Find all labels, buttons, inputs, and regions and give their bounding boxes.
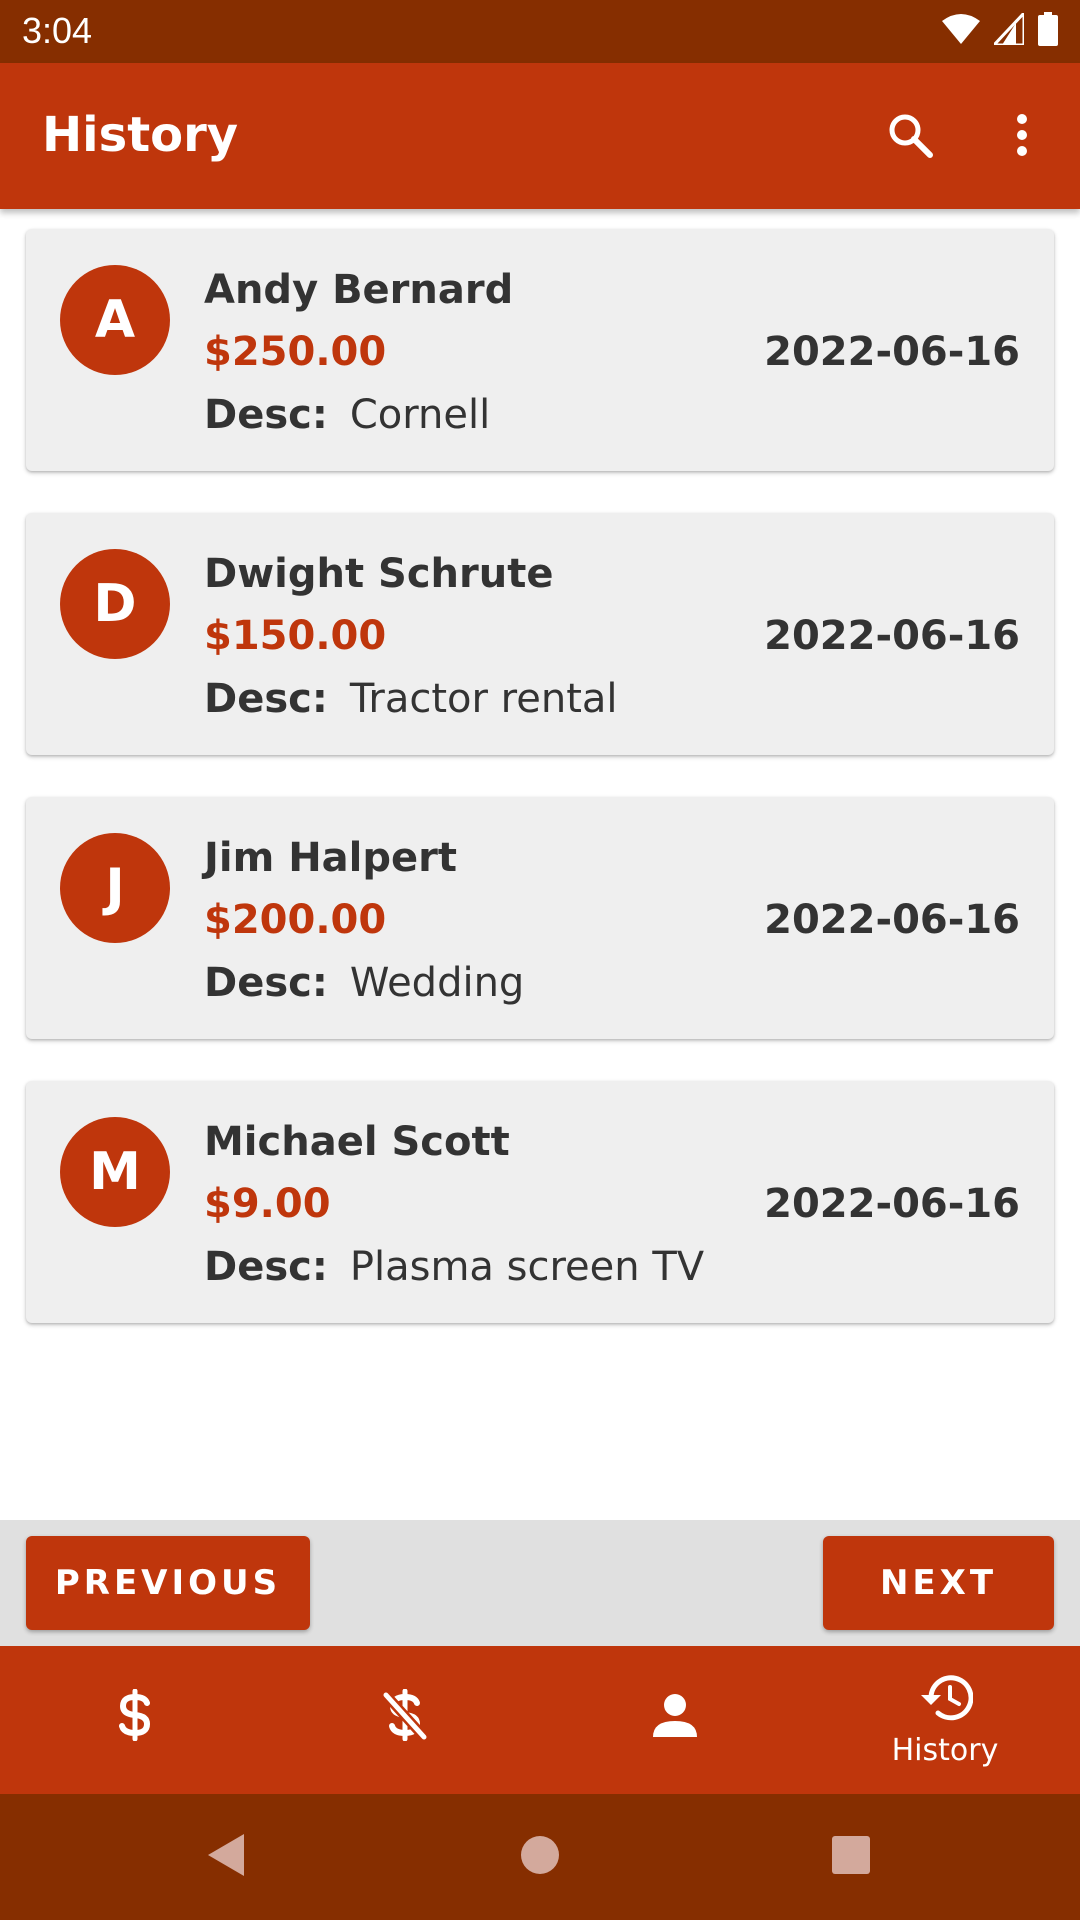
app-bar: History (0, 63, 1080, 209)
search-icon (886, 111, 934, 163)
transaction-date: 2022-06-16 (764, 1181, 1020, 1227)
transaction-card[interactable]: M Michael Scott $9.00 2022-06-16 Desc: Pl… (26, 1081, 1054, 1323)
bottom-navigation: History (0, 1646, 1080, 1794)
nav-label: History (891, 1732, 999, 1768)
wifi-icon (942, 14, 980, 48)
transaction-name: Jim Halpert (204, 835, 457, 881)
system-navigation-bar (0, 1794, 1080, 1920)
search-button[interactable] (878, 105, 942, 169)
transaction-date: 2022-06-16 (764, 897, 1020, 943)
status-icons (942, 9, 1058, 50)
overflow-menu-button[interactable] (990, 105, 1054, 169)
desc-value: Cornell (349, 392, 491, 438)
status-time: 3:04 (22, 10, 93, 51)
person-icon (651, 1691, 699, 1743)
nav-item-profile[interactable] (540, 1646, 810, 1794)
avatar: M (60, 1117, 170, 1227)
history-icon (917, 1673, 974, 1727)
battery-icon (1038, 12, 1058, 50)
nav-item-history[interactable]: History (810, 1646, 1080, 1794)
home-circle-icon (519, 1834, 561, 1880)
transaction-card[interactable]: A Andy Bernard $250.00 2022-06-16 Desc: C… (26, 229, 1054, 471)
avatar: A (60, 265, 170, 375)
desc-value: Plasma screen TV (349, 1244, 705, 1290)
transaction-name: Andy Bernard (204, 267, 514, 313)
transaction-card[interactable]: D Dwight Schrute $150.00 2022-06-16 Desc… (26, 513, 1054, 755)
avatar: J (60, 833, 170, 943)
transaction-desc-row: Desc: Tractor rental (204, 676, 618, 722)
avatar: D (60, 549, 170, 659)
status-bar: 3:04 (0, 0, 1080, 63)
desc-label: Desc: (204, 392, 328, 438)
transaction-desc-row: Desc: Plasma screen TV (204, 1244, 704, 1290)
transaction-name: Michael Scott (204, 1119, 510, 1165)
recents-button[interactable] (826, 1832, 876, 1882)
more-vert-icon (1015, 113, 1029, 161)
back-triangle-icon (204, 1832, 246, 1882)
dollar-icon (115, 1688, 155, 1745)
money-off-icon (382, 1688, 428, 1745)
nav-item-money-off[interactable] (270, 1646, 540, 1794)
desc-label: Desc: (204, 1244, 328, 1290)
back-button[interactable] (200, 1832, 250, 1882)
cell-signal-icon (990, 9, 1026, 49)
transaction-desc-row: Desc: Wedding (204, 960, 524, 1006)
recents-square-icon (830, 1834, 872, 1880)
transaction-amount: $250.00 (204, 329, 387, 375)
previous-button[interactable]: PREVIOUS (26, 1536, 310, 1630)
transaction-name: Dwight Schrute (204, 551, 554, 597)
page-title: History (42, 107, 239, 163)
nav-item-payments[interactable] (0, 1646, 270, 1794)
transaction-list[interactable]: A Andy Bernard $250.00 2022-06-16 Desc: C… (0, 209, 1080, 1520)
next-button[interactable]: NEXT (823, 1536, 1054, 1630)
transaction-desc-row: Desc: Cornell (204, 392, 490, 438)
desc-value: Wedding (349, 960, 525, 1006)
transaction-date: 2022-06-16 (764, 329, 1020, 375)
home-button[interactable] (515, 1832, 565, 1882)
desc-value: Tractor rental (349, 676, 618, 722)
transaction-amount: $150.00 (204, 613, 387, 659)
transaction-amount: $9.00 (204, 1181, 331, 1227)
desc-label: Desc: (204, 676, 328, 722)
transaction-amount: $200.00 (204, 897, 387, 943)
transaction-card[interactable]: J Jim Halpert $200.00 2022-06-16 Desc: We… (26, 797, 1054, 1039)
pagination-bar: PREVIOUS NEXT (0, 1520, 1080, 1646)
transaction-date: 2022-06-16 (764, 613, 1020, 659)
desc-label: Desc: (204, 960, 328, 1006)
